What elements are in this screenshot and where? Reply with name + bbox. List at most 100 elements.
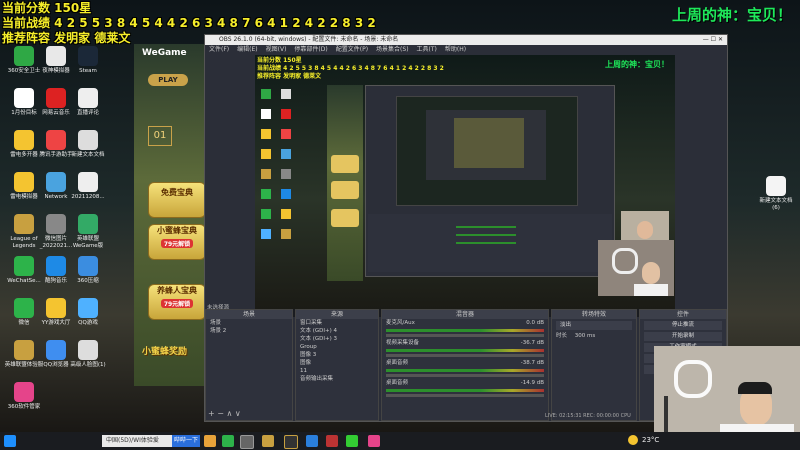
obs-menu-item[interactable]: 场景集合(S) bbox=[376, 46, 409, 53]
app-icon bbox=[46, 340, 66, 360]
source-item[interactable]: 窗口采集 bbox=[296, 319, 378, 327]
desktop-icon-text-file[interactable]: 新建文本文档(6) bbox=[756, 176, 796, 212]
scene-add-remove-buttons[interactable]: + − ∧ ∨ bbox=[208, 409, 241, 418]
source-item[interactable]: 文本 (GDI+) 4 bbox=[296, 327, 378, 335]
god-text: 上周的神：宝贝！ bbox=[671, 6, 792, 24]
obs-menu-item[interactable]: 编辑(E) bbox=[237, 46, 257, 53]
obs-menu-item[interactable]: 工具(T) bbox=[417, 46, 437, 53]
text-file-icon bbox=[766, 176, 786, 196]
app-icon bbox=[14, 88, 34, 108]
obs-menu-item[interactable]: 视图(V) bbox=[266, 46, 287, 53]
sources-dock: 来源 窗口采集 文本 (GDI+) 4 文本 (GDI+) 3 Group 图像 3 图像… bbox=[295, 309, 379, 421]
bee-reward-banner: 小蜜蜂奖励 bbox=[142, 347, 188, 357]
scene-item[interactable]: 场景 2 bbox=[206, 327, 292, 335]
app-icon bbox=[78, 88, 98, 108]
preview-overlay: 当前分数 150星 当前战绩 4 2 5 5 3 8 4 5 4 4 2 6 3… bbox=[257, 57, 444, 81]
obs-menu-item[interactable]: 文件(F) bbox=[209, 46, 229, 53]
app-icon bbox=[14, 172, 34, 192]
volume-slider[interactable] bbox=[386, 394, 544, 397]
app-icon bbox=[14, 256, 34, 276]
free-book-button[interactable]: 免费宝典 bbox=[148, 182, 206, 218]
app-icon bbox=[14, 382, 34, 402]
sources-header: 来源 bbox=[296, 310, 378, 319]
source-item[interactable]: 文本 (GDI+) 3 bbox=[296, 335, 378, 343]
desktop-icon[interactable]: 20211208... bbox=[68, 172, 108, 201]
obs-menu-item[interactable]: 配置文件(P) bbox=[336, 46, 368, 53]
app-icon bbox=[14, 130, 34, 150]
scene-item[interactable]: 场景 bbox=[206, 319, 292, 327]
mixer-channel-name: 视频采集设备 bbox=[386, 340, 420, 346]
file-explorer-icon[interactable] bbox=[204, 435, 216, 447]
bee-book-label: 小蜜蜂宝典 bbox=[157, 226, 197, 235]
desktop-icon[interactable]: Steam bbox=[68, 46, 108, 75]
obs-titlebar: OBS 26.1.0 (64-bit, windows) - 配置文件: 未命名… bbox=[205, 35, 727, 45]
desktop-icon[interactable]: 新建文本文档 bbox=[68, 130, 108, 159]
free-book-label: 免费宝典 bbox=[161, 188, 193, 197]
transitions-dock: 转场特效 淡出 时长 300 ms bbox=[551, 309, 637, 421]
duration-input[interactable]: 300 ms bbox=[575, 333, 595, 339]
source-item[interactable]: 11 bbox=[296, 367, 378, 375]
source-item[interactable]: 图像 bbox=[296, 359, 378, 367]
sources-list: 窗口采集 文本 (GDI+) 4 文本 (GDI+) 3 Group 图像 3 图像 11 音… bbox=[296, 319, 378, 383]
mixer-channel-name: 麦克风/Aux bbox=[386, 320, 415, 326]
obs-taskbar-icon[interactable] bbox=[240, 435, 254, 449]
desktop-icon[interactable]: 英雄联盟WeGame版 bbox=[68, 214, 108, 250]
app-icon bbox=[14, 298, 34, 318]
app-icon bbox=[14, 46, 34, 66]
webcam-small bbox=[598, 240, 674, 296]
volume-slider[interactable] bbox=[386, 374, 544, 377]
obs-menu-item[interactable]: 帮助(H) bbox=[445, 46, 466, 53]
volume-slider[interactable] bbox=[386, 334, 544, 337]
volume-meter bbox=[386, 389, 544, 392]
mixer-channel-db: -36.7 dB bbox=[520, 340, 544, 346]
record-text: 当前战绩 4 2 5 5 3 8 4 5 4 4 2 6 3 4 8 7 6 4… bbox=[2, 16, 376, 30]
beekeeper-book-price: 79元解锁 bbox=[160, 299, 194, 308]
search-input[interactable]: 中国(5D)/WI体验爱 bbox=[102, 435, 172, 447]
volume-slider[interactable] bbox=[386, 354, 544, 357]
beekeeper-book-button[interactable]: 养蜂人宝典 79元解锁 bbox=[148, 284, 206, 320]
control-button[interactable]: 停止推流 bbox=[644, 321, 722, 330]
desktop-icon-label: QQ游戏 bbox=[78, 320, 98, 326]
app-icon bbox=[14, 340, 34, 360]
desktop-icon[interactable]: 高级人脸图(1) bbox=[68, 340, 108, 369]
taskbar: 中国(5D)/WI体验爱 哔哔一下 23°C bbox=[0, 432, 800, 450]
score-text: 当前分数 150星 bbox=[2, 1, 92, 15]
source-item[interactable]: 图像 3 bbox=[296, 351, 378, 359]
desktop-icon[interactable]: 360压缩 bbox=[68, 256, 108, 285]
desktop-icon[interactable]: QQ游戏 bbox=[68, 298, 108, 327]
lol-icon[interactable] bbox=[262, 435, 274, 447]
source-item[interactable]: 音频输出采集 bbox=[296, 375, 378, 383]
mixer-channel-db: -14.9 dB bbox=[520, 380, 544, 386]
control-button[interactable]: 开始录制 bbox=[644, 332, 722, 341]
desktop-icon[interactable]: 直播评论 bbox=[68, 88, 108, 117]
bee-book-button[interactable]: 小蜜蜂宝典 79元解锁 bbox=[148, 224, 206, 260]
nested-wegame bbox=[327, 85, 363, 281]
wegame-icon[interactable] bbox=[284, 435, 298, 449]
search-button[interactable]: 哔哔一下 bbox=[172, 435, 200, 447]
source-item[interactable]: Group bbox=[296, 343, 378, 351]
app-icon bbox=[14, 214, 34, 234]
mixer-channel-db: -38.7 dB bbox=[520, 360, 544, 366]
transition-select[interactable]: 淡出 bbox=[556, 321, 632, 330]
window-controls[interactable]: — ☐ ✕ bbox=[703, 35, 723, 45]
desktop-icon-label: 新建文本文档(6) bbox=[759, 198, 793, 211]
preview-god: 上周的神：宝贝！ bbox=[605, 60, 669, 69]
play-button[interactable]: PLAY bbox=[148, 74, 188, 86]
app2-icon[interactable] bbox=[368, 435, 380, 447]
game-icon[interactable] bbox=[326, 435, 338, 447]
app-icon[interactable] bbox=[346, 435, 358, 447]
app-icon bbox=[46, 172, 66, 192]
desktop-icon-label: 直播评论 bbox=[76, 110, 99, 116]
mixer-channel: 麦克风/Aux 0.0 dB bbox=[382, 319, 548, 337]
desktop-icon[interactable]: 360软件管家 bbox=[4, 382, 44, 411]
duration-label: 时长 bbox=[556, 333, 568, 339]
app-icon bbox=[78, 340, 98, 360]
app-icon bbox=[46, 298, 66, 318]
obs-menu-item[interactable]: 停靠部件(D) bbox=[294, 46, 327, 53]
mixer-channel: 桌面音频 -38.7 dB bbox=[382, 359, 548, 377]
qq-icon[interactable] bbox=[306, 435, 318, 447]
desktop-icon-label: 新建文本文档 bbox=[71, 152, 105, 158]
wechat-icon[interactable] bbox=[222, 435, 234, 447]
volume-meter bbox=[386, 329, 544, 332]
start-icon[interactable] bbox=[4, 435, 16, 447]
